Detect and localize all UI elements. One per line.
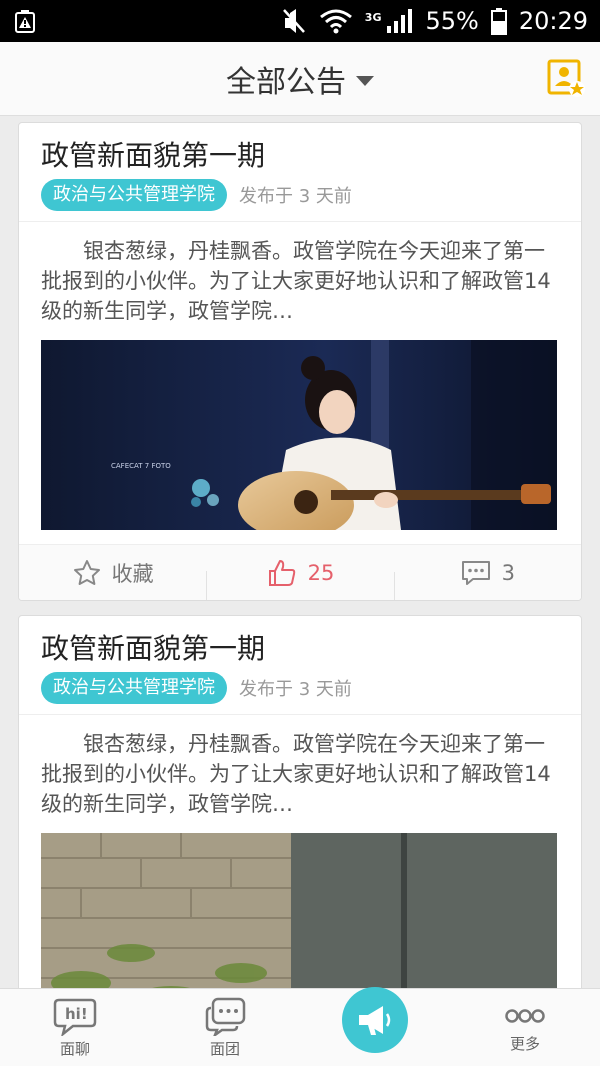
hi-bubble-icon: hi! bbox=[53, 998, 97, 1036]
tab-face-chat[interactable]: hi! 面聊 bbox=[0, 996, 150, 1059]
signal-icon bbox=[385, 8, 413, 34]
favorite-label: 收藏 bbox=[111, 561, 154, 586]
announcement-center-button[interactable] bbox=[342, 986, 408, 1053]
announcement-card[interactable]: 政管新面貌第一期 政治与公共管理学院 发布于 3 天前 银杏葱绿，丹桂飘香。政管… bbox=[18, 122, 582, 601]
announcement-filter-dropdown[interactable]: 全部公告 bbox=[226, 57, 374, 101]
photo-watermark: CAFECAT 7 FOTO bbox=[111, 462, 171, 470]
tab-announcements[interactable] bbox=[300, 986, 450, 1053]
mute-icon bbox=[281, 7, 307, 35]
publish-time: 发布于 3 天前 bbox=[239, 186, 352, 207]
publish-time: 发布于 3 天前 bbox=[239, 679, 352, 700]
announcement-feed[interactable]: 政管新面貌第一期 政治与公共管理学院 发布于 3 天前 银杏葱绿，丹桂飘香。政管… bbox=[0, 116, 600, 988]
favorite-button[interactable]: 收藏 bbox=[19, 558, 206, 588]
comment-count: 3 bbox=[501, 560, 515, 585]
thumbs-up-icon bbox=[268, 559, 295, 586]
announcement-excerpt: 银杏葱绿，丹桂飘香。政管学院在今天迎来了第一批报到的小伙伴。为了让大家更好地认识… bbox=[41, 239, 551, 323]
announcement-photo[interactable]: CAFECAT 7 FOTO bbox=[41, 340, 557, 530]
announcement-photo[interactable] bbox=[41, 833, 557, 988]
page-title: 全部公告 bbox=[226, 64, 346, 100]
app-header: 全部公告 bbox=[0, 42, 600, 116]
bottom-navigation: hi! 面聊 面团 更多 bbox=[0, 986, 600, 1066]
profile-card-icon bbox=[547, 59, 585, 97]
battery-icon bbox=[490, 7, 507, 35]
tab-label: 面聊 bbox=[59, 1040, 90, 1058]
chevron-down-icon bbox=[356, 75, 374, 86]
star-icon bbox=[73, 559, 100, 585]
megaphone-icon bbox=[359, 1005, 391, 1035]
comment-icon bbox=[461, 560, 490, 585]
comment-button[interactable]: 3 bbox=[393, 558, 581, 600]
department-badge[interactable]: 政治与公共管理学院 bbox=[41, 179, 227, 211]
announcement-card[interactable]: 政管新面貌第一期 政治与公共管理学院 发布于 3 天前 银杏葱绿，丹桂飘香。政管… bbox=[18, 615, 582, 988]
clock: 20:29 bbox=[518, 7, 588, 35]
group-chat-icon bbox=[205, 997, 246, 1036]
announcement-title: 政管新面貌第一期 bbox=[41, 632, 266, 665]
tab-label: 面团 bbox=[209, 1040, 240, 1058]
department-badge[interactable]: 政治与公共管理学院 bbox=[41, 672, 227, 704]
wifi-icon bbox=[319, 8, 353, 34]
more-icon bbox=[505, 1009, 545, 1023]
svg-text:hi!: hi! bbox=[65, 1005, 88, 1023]
profile-card-button[interactable] bbox=[546, 58, 586, 98]
tab-face-group[interactable]: 面团 bbox=[150, 996, 300, 1059]
status-bar: 3G 55% 20:29 bbox=[0, 0, 600, 42]
like-button[interactable]: 25 bbox=[206, 557, 393, 600]
announcement-title: 政管新面貌第一期 bbox=[41, 139, 266, 172]
tab-more[interactable]: 更多 bbox=[450, 1001, 600, 1054]
like-count: 25 bbox=[307, 560, 335, 585]
network-type: 3G bbox=[364, 11, 382, 24]
tab-label: 更多 bbox=[509, 1035, 540, 1053]
warning-icon bbox=[12, 8, 38, 34]
battery-percent: 55% bbox=[425, 7, 479, 35]
announcement-excerpt: 银杏葱绿，丹桂飘香。政管学院在今天迎来了第一批报到的小伙伴。为了让大家更好地认识… bbox=[41, 732, 551, 816]
